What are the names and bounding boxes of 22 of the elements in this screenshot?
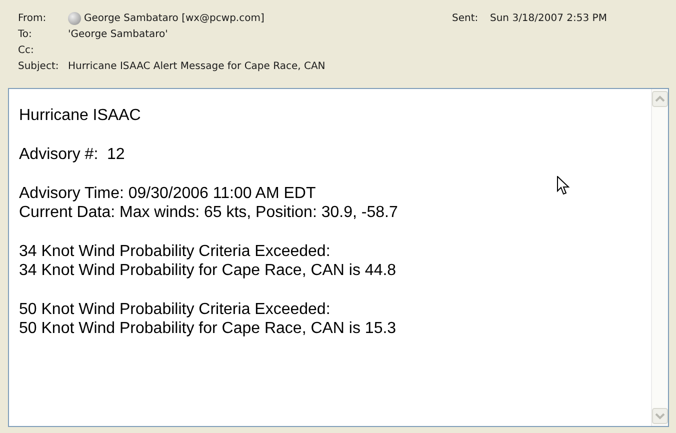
field-label: From: [18,12,48,26]
field-label: Subject: [18,60,60,74]
field-value: Hurricane ISAAC Alert Message for Cape Race, CAN [68,60,326,74]
message-line: 50 Knot Wind Probability for Cape Race, CAN is 15.3 [19,319,396,338]
message-line: 50 Knot Wind Probability Criteria Exceeded: [19,300,330,319]
scroll-up-icon[interactable] [652,91,668,107]
message-line: Current Data: Max winds: 65 kts, Position: 30.9, -58.7 [19,203,398,222]
field-label: Sent: [452,12,480,26]
field-value: 'George Sambataro' [68,28,168,42]
message-line: Advisory Time: 09/30/2006 11:00 AM EDT [19,184,316,203]
message-line: 34 Knot Wind Probability for Cape Race, CAN is 44.8 [19,261,396,280]
field-label: Cc: [18,44,35,58]
scrollbar[interactable] [651,89,668,426]
mouse-pointer-icon [557,176,570,196]
message-line: 34 Knot Wind Probability Criteria Exceeded: [19,242,330,261]
sender-name: George Sambataro [wx@pcwp.com] [84,12,266,26]
field-label: To: [18,28,33,42]
scroll-down-icon[interactable] [652,408,668,424]
message-line: Hurricane ISAAC [19,106,141,125]
message-line: Advisory #: 12 [19,145,125,164]
avatar-icon [68,12,81,25]
sent-date: Sun 3/18/2007 2:53 PM [490,12,607,26]
